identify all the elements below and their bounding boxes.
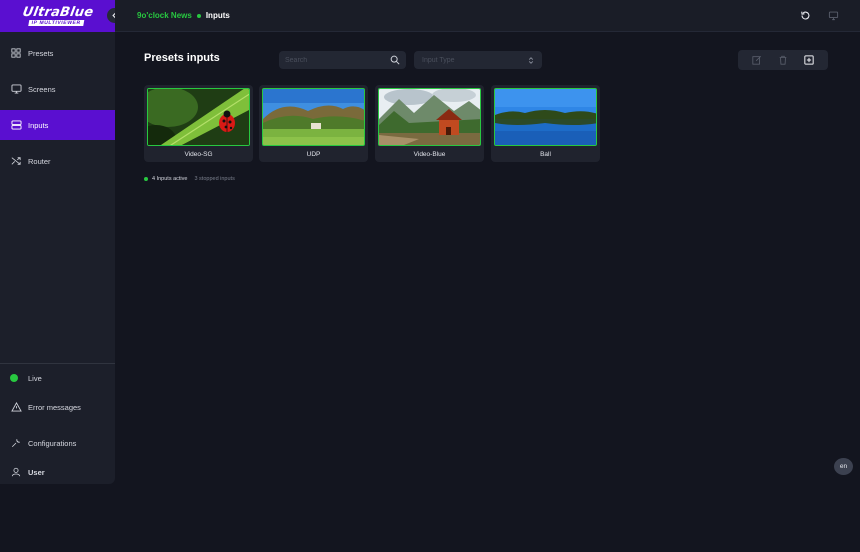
refresh-icon xyxy=(800,11,809,20)
active-status-dot xyxy=(144,177,148,181)
lake-thumbnail xyxy=(494,88,597,146)
card-actions xyxy=(738,50,828,70)
sidebar-item-label: Presets xyxy=(28,48,54,58)
sidebar-item-label: User xyxy=(28,467,45,477)
input-card[interactable]: Ball xyxy=(491,85,600,162)
app-logo[interactable]: UltraBlue IP MULTIVIEWER xyxy=(0,0,115,32)
sidebar-item-label: Screens xyxy=(28,84,56,94)
logo-subtitle: IP MULTIVIEWER xyxy=(28,20,85,26)
ladybug-thumbnail xyxy=(147,88,250,146)
add-input-button[interactable] xyxy=(802,53,816,67)
sidebar-item-label: Configurations xyxy=(28,438,77,448)
sidebar-item-user[interactable]: User xyxy=(0,457,115,487)
delete-button[interactable] xyxy=(776,53,790,67)
select-arrows-icon xyxy=(528,56,534,64)
breadcrumb-separator-dot xyxy=(196,13,201,18)
live-status-dot xyxy=(10,374,18,382)
sidebar-item-label: Live xyxy=(28,373,42,383)
search-icon[interactable] xyxy=(390,55,400,65)
top-bar: 9o'clock News Inputs xyxy=(115,0,860,32)
input-card-label: Ball xyxy=(540,151,551,158)
sidebar-item-configurations[interactable]: Configurations xyxy=(0,428,115,458)
active-inputs-count: 4 Inputs active xyxy=(152,176,188,182)
sidebar-item-inputs[interactable]: Inputs xyxy=(0,110,115,140)
breadcrumb: 9o'clock News Inputs xyxy=(137,11,230,20)
inputs-icon xyxy=(10,119,22,131)
refresh-button[interactable] xyxy=(798,8,812,22)
wrench-icon xyxy=(10,437,22,449)
language-button[interactable]: en xyxy=(834,458,853,475)
sidebar-item-label: Error messages xyxy=(28,402,81,412)
input-card[interactable]: Video-Blue xyxy=(375,85,484,162)
sidebar-item-router[interactable]: Router xyxy=(0,146,115,176)
inputs-status: 4 Inputs active 3 stopped inputs xyxy=(144,176,235,182)
input-type-select[interactable]: Input Type xyxy=(414,51,542,69)
breadcrumb-current: Inputs xyxy=(205,11,230,20)
input-card-label: UDP xyxy=(306,151,321,158)
plus-square-icon xyxy=(804,55,814,65)
sidebar-item-error-messages[interactable]: Error messages xyxy=(0,392,115,422)
page-title: Presets inputs xyxy=(144,52,220,64)
search-field[interactable] xyxy=(279,51,406,69)
display-button[interactable] xyxy=(826,8,840,22)
input-card-label: Video-SG xyxy=(184,151,213,158)
edit-icon xyxy=(752,55,762,65)
shuffle-icon xyxy=(10,155,22,167)
warning-icon xyxy=(10,401,22,413)
input-type-placeholder: Input Type xyxy=(422,56,455,64)
input-card-label: Video-Blue xyxy=(413,151,446,158)
mountain-cabin-thumbnail xyxy=(378,88,481,146)
logo-title: UltraBlue xyxy=(21,5,95,20)
user-icon xyxy=(10,466,22,478)
sidebar-item-live[interactable]: Live xyxy=(0,363,115,393)
search-input[interactable] xyxy=(285,56,390,64)
sidebar: Presets Screens Inputs Router Live Error… xyxy=(0,32,115,484)
trash-icon xyxy=(779,55,787,65)
sidebar-item-label: Router xyxy=(28,156,51,166)
monitor-icon xyxy=(10,83,22,95)
input-card[interactable]: UDP xyxy=(259,85,368,162)
sidebar-item-screens[interactable]: Screens xyxy=(0,74,115,104)
stopped-inputs-count: 3 stopped inputs xyxy=(194,176,235,182)
grid-icon xyxy=(10,47,22,59)
input-card[interactable]: Video-SG xyxy=(144,85,253,162)
sidebar-item-label: Inputs xyxy=(28,120,49,130)
edit-button[interactable] xyxy=(750,53,764,67)
breadcrumb-parent[interactable]: 9o'clock News xyxy=(137,11,192,20)
sidebar-item-presets[interactable]: Presets xyxy=(0,38,115,68)
monitor-icon xyxy=(828,11,838,20)
meadow-thumbnail xyxy=(262,88,365,146)
